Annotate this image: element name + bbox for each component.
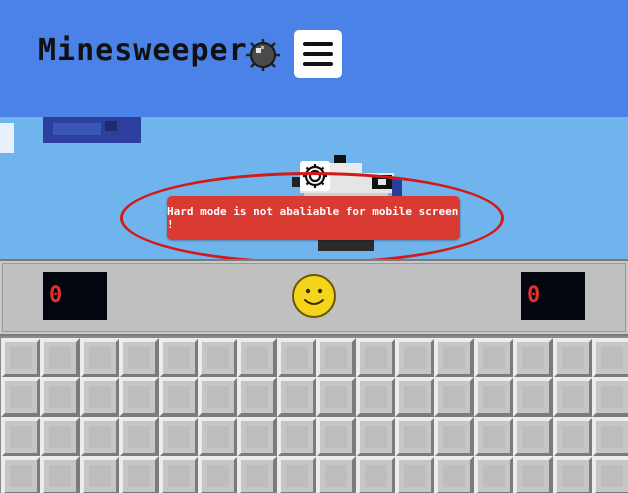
grid-cell[interactable] <box>198 377 238 418</box>
grid-cell[interactable] <box>316 338 357 378</box>
grid-cell[interactable] <box>316 377 357 418</box>
grid-cell[interactable] <box>40 338 81 378</box>
grid-cell[interactable] <box>119 338 160 378</box>
grid-cell[interactable] <box>1 377 41 418</box>
grid-cell[interactable] <box>1 338 41 378</box>
mines-counter: 0 <box>43 272 107 320</box>
grid-cell[interactable] <box>158 338 199 378</box>
minefield-grid <box>0 336 628 493</box>
grid-cell[interactable] <box>592 377 628 418</box>
grid-cell[interactable] <box>473 377 514 418</box>
grid-cell[interactable] <box>513 416 554 457</box>
grid-cell[interactable] <box>355 456 396 493</box>
grid-cell[interactable] <box>40 416 81 457</box>
cloud <box>0 123 14 153</box>
grid-cell[interactable] <box>79 416 120 457</box>
grid-cell[interactable] <box>79 377 120 418</box>
grid-cell[interactable] <box>434 377 475 418</box>
grid-cell[interactable] <box>198 338 238 378</box>
grid-cell[interactable] <box>473 416 514 457</box>
timer-counter: 0 <box>521 272 585 320</box>
grid-cell[interactable] <box>513 377 554 418</box>
mine-icon <box>246 39 280 71</box>
smiley-face-icon <box>304 288 324 305</box>
grid-cell[interactable] <box>237 377 278 418</box>
grid-cell[interactable] <box>40 377 81 418</box>
grid-cell[interactable] <box>79 338 120 378</box>
grid-cell[interactable] <box>592 338 628 378</box>
grid-cell[interactable] <box>552 377 593 418</box>
grid-cell[interactable] <box>355 377 396 418</box>
grid-cell[interactable] <box>473 456 514 493</box>
grid-cell[interactable] <box>79 456 120 493</box>
grid-cell[interactable] <box>395 456 435 493</box>
grid-cell[interactable] <box>158 377 199 418</box>
grid-cell[interactable] <box>198 416 238 457</box>
grid-cell[interactable] <box>592 456 628 493</box>
reset-button[interactable] <box>292 274 336 318</box>
grid-cell[interactable] <box>237 338 278 378</box>
grid-cell[interactable] <box>316 456 357 493</box>
grid-cell[interactable] <box>552 456 593 493</box>
grid-cell[interactable] <box>40 456 81 493</box>
grid-cell[interactable] <box>434 416 475 457</box>
cloud <box>43 117 141 143</box>
grid-cell[interactable] <box>119 416 160 457</box>
grid-cell[interactable] <box>276 338 317 378</box>
menu-button[interactable] <box>294 30 342 78</box>
grid-cell[interactable] <box>513 456 554 493</box>
grid-cell[interactable] <box>355 338 396 378</box>
top-navbar: Minesweeper <box>0 0 628 117</box>
grid-cell[interactable] <box>158 456 199 493</box>
grid-cell[interactable] <box>552 416 593 457</box>
grid-cell[interactable] <box>473 338 514 378</box>
grid-cell[interactable] <box>237 456 278 493</box>
grid-cell[interactable] <box>395 416 435 457</box>
grid-cell[interactable] <box>119 456 160 493</box>
grid-cell[interactable] <box>276 377 317 418</box>
grid-cell[interactable] <box>434 456 475 493</box>
grid-cell[interactable] <box>592 416 628 457</box>
highlight-annotation <box>120 172 504 264</box>
grid-cell[interactable] <box>434 338 475 378</box>
grid-cell[interactable] <box>552 338 593 378</box>
grid-cell[interactable] <box>1 416 41 457</box>
grid-cell[interactable] <box>1 456 41 493</box>
grid-cell[interactable] <box>513 338 554 378</box>
grid-cell[interactable] <box>395 377 435 418</box>
grid-cell[interactable] <box>119 377 160 418</box>
grid-cell[interactable] <box>395 338 435 378</box>
grid-cell[interactable] <box>276 456 317 493</box>
grid-cell[interactable] <box>237 416 278 457</box>
grid-cell[interactable] <box>316 416 357 457</box>
grid-cell[interactable] <box>276 416 317 457</box>
hamburger-menu-icon <box>303 42 333 46</box>
app-title[interactable]: Minesweeper <box>38 36 248 66</box>
grid-cell[interactable] <box>158 416 199 457</box>
grid-cell[interactable] <box>198 456 238 493</box>
grid-cell[interactable] <box>355 416 396 457</box>
